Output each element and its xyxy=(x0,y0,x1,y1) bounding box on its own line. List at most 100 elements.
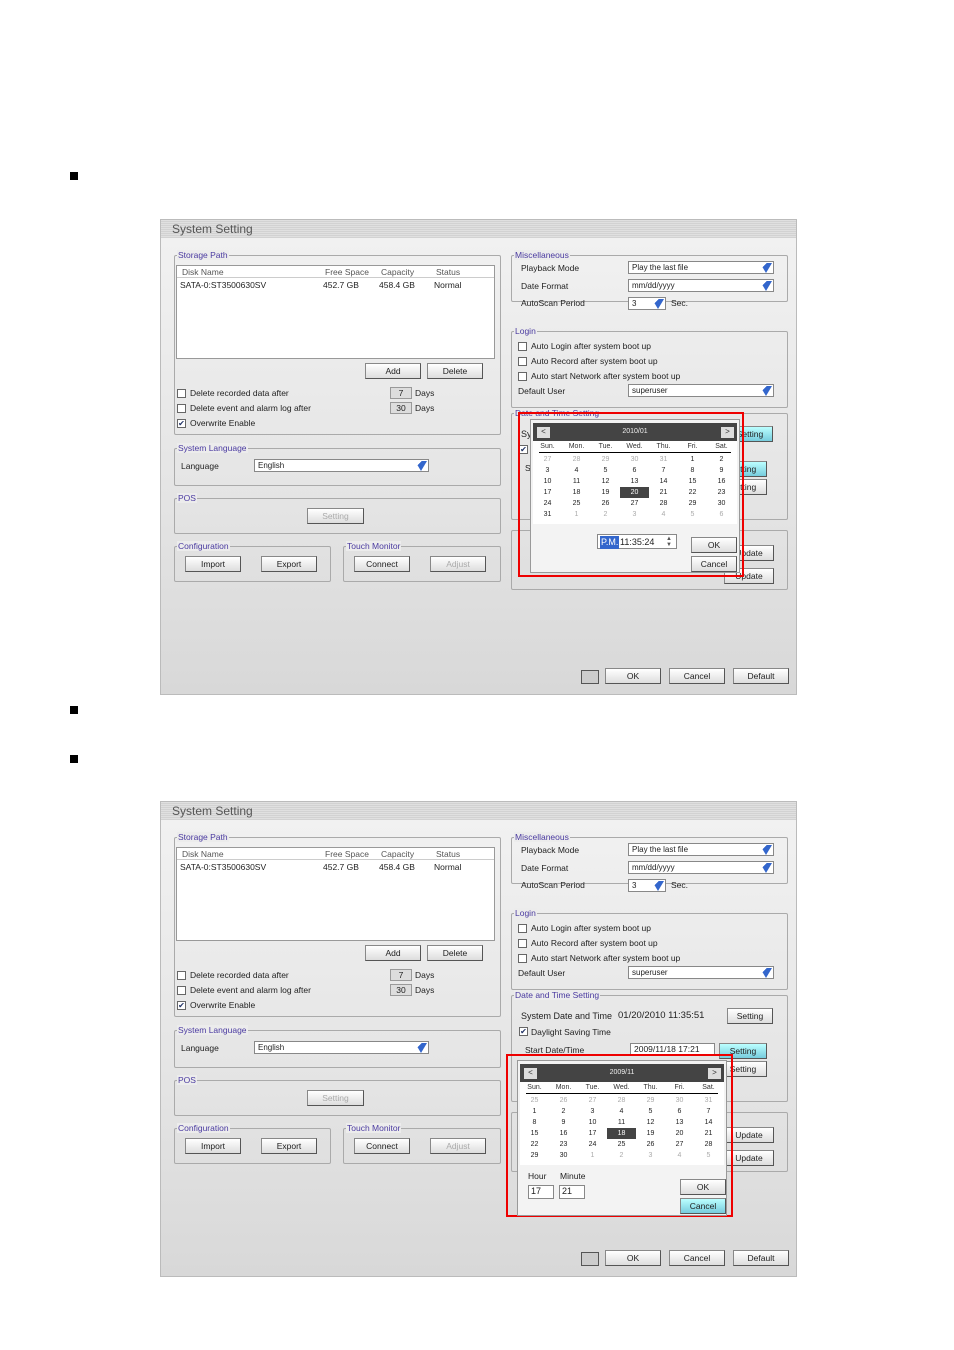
calendar-day[interactable]: 7 xyxy=(649,465,678,476)
prev-month-button[interactable]: < xyxy=(537,427,550,438)
playback-select[interactable]: Play the last file xyxy=(628,261,774,274)
disk-cell[interactable]: 458.4 GB xyxy=(379,280,415,290)
calendar-day[interactable]: 6 xyxy=(707,509,736,520)
calendar-day[interactable]: 12 xyxy=(591,476,620,487)
column-header[interactable]: Status xyxy=(436,849,460,859)
disk-cell[interactable]: SATA-0:ST3500630SV xyxy=(180,862,266,872)
calendar-day[interactable]: 26 xyxy=(636,1139,665,1150)
calendar-day[interactable]: 23 xyxy=(549,1139,578,1150)
next-month-button[interactable]: > xyxy=(708,1068,721,1079)
hour-spinner[interactable]: 17 xyxy=(528,1185,554,1199)
calendar-day[interactable]: 29 xyxy=(678,498,707,509)
calendar-day[interactable]: 10 xyxy=(578,1117,607,1128)
calendar-day[interactable]: 19 xyxy=(591,487,620,498)
calendar-day[interactable]: 13 xyxy=(665,1117,694,1128)
calendar-day[interactable]: 24 xyxy=(533,498,562,509)
option-checkbox[interactable]: ✔ xyxy=(177,419,186,428)
disk-cell[interactable]: Normal xyxy=(434,280,461,290)
calendar-day[interactable]: 16 xyxy=(549,1128,578,1139)
option-checkbox[interactable] xyxy=(177,986,186,995)
disk-list[interactable]: Disk Name Free Space Capacity Status SATA-0:… xyxy=(176,265,495,359)
calendar-day[interactable]: 4 xyxy=(562,465,591,476)
calendar-day[interactable]: 27 xyxy=(578,1095,607,1106)
calendar-day[interactable]: 2 xyxy=(591,509,620,520)
calendar-day[interactable]: 25 xyxy=(520,1095,549,1106)
calendar-day[interactable]: 8 xyxy=(678,465,707,476)
days-input[interactable]: 30 xyxy=(390,402,412,414)
calendar-day[interactable]: 29 xyxy=(636,1095,665,1106)
calendar-day[interactable]: 22 xyxy=(520,1139,549,1150)
calendar-day[interactable]: 28 xyxy=(607,1095,636,1106)
days-input[interactable]: 7 xyxy=(390,387,412,399)
connect-button[interactable]: Connect xyxy=(354,1138,410,1154)
keyboard-icon[interactable] xyxy=(581,1252,599,1266)
calendar-day[interactable]: 3 xyxy=(620,509,649,520)
login-checkbox[interactable] xyxy=(518,342,527,351)
calendar-day[interactable]: 5 xyxy=(636,1106,665,1117)
minute-spinner[interactable]: 21 xyxy=(559,1185,585,1199)
calendar-day[interactable]: 24 xyxy=(578,1139,607,1150)
calendar-day[interactable]: 4 xyxy=(665,1150,694,1161)
calendar-day[interactable]: 11 xyxy=(562,476,591,487)
calendar-day[interactable]: 1 xyxy=(578,1150,607,1161)
cancel-button[interactable]: Cancel xyxy=(669,668,725,684)
disk-cell[interactable]: 452.7 GB xyxy=(323,862,359,872)
calendar-day[interactable]: 10 xyxy=(533,476,562,487)
calendar-day[interactable]: 4 xyxy=(649,509,678,520)
calendar-day[interactable]: 9 xyxy=(707,465,736,476)
language-select[interactable]: English xyxy=(254,459,429,472)
playback-select[interactable]: Play the last file xyxy=(628,843,774,856)
disk-list[interactable]: Disk Name Free Space Capacity Status SATA-0:… xyxy=(176,847,495,941)
calendar-day[interactable]: 17 xyxy=(533,487,562,498)
calendar-day[interactable]: 12 xyxy=(636,1117,665,1128)
calendar-day[interactable]: 21 xyxy=(694,1128,723,1139)
calendar-day[interactable]: 2 xyxy=(607,1150,636,1161)
system-date-setting-button[interactable]: Setting xyxy=(727,1008,773,1024)
next-month-button[interactable]: > xyxy=(721,427,734,438)
ok-button[interactable]: OK xyxy=(605,1250,661,1266)
calendar-day[interactable]: 28 xyxy=(649,498,678,509)
calendar-day[interactable]: 28 xyxy=(562,454,591,465)
connect-button[interactable]: Connect xyxy=(354,556,410,572)
calendar-day[interactable]: 11 xyxy=(607,1117,636,1128)
login-checkbox[interactable] xyxy=(518,357,527,366)
option-checkbox[interactable] xyxy=(177,404,186,413)
calendar-day[interactable]: 5 xyxy=(694,1150,723,1161)
calendar-day[interactable]: 18 xyxy=(562,487,591,498)
pos-setting-button[interactable]: Setting xyxy=(307,508,364,524)
calendar-day[interactable]: 20 xyxy=(620,487,649,498)
default-button[interactable]: Default xyxy=(733,1250,789,1266)
delete-button[interactable]: Delete xyxy=(427,363,483,379)
column-header[interactable]: Capacity xyxy=(381,849,414,859)
calendar-day[interactable]: 1 xyxy=(520,1106,549,1117)
popup-ok-button[interactable]: OK xyxy=(691,537,737,553)
calendar-day[interactable]: 6 xyxy=(665,1106,694,1117)
calendar-day[interactable]: 3 xyxy=(636,1150,665,1161)
calendar-day[interactable]: 18 xyxy=(607,1128,636,1139)
calendar-day[interactable]: 23 xyxy=(707,487,736,498)
column-header[interactable]: Capacity xyxy=(381,267,414,277)
calendar-day[interactable]: 26 xyxy=(591,498,620,509)
popup-ok-button[interactable]: OK xyxy=(680,1179,726,1195)
column-header[interactable]: Disk Name xyxy=(182,267,224,277)
disk-cell[interactable]: 458.4 GB xyxy=(379,862,415,872)
calendar-day[interactable]: 20 xyxy=(665,1128,694,1139)
time-spinner[interactable]: ▲ ▼ xyxy=(666,536,676,548)
calendar-day[interactable]: 27 xyxy=(665,1139,694,1150)
calendar-day[interactable]: 28 xyxy=(694,1139,723,1150)
calendar-day[interactable]: 27 xyxy=(533,454,562,465)
default-user-select[interactable]: superuser xyxy=(628,384,774,397)
calendar-day[interactable]: 31 xyxy=(649,454,678,465)
add-button[interactable]: Add xyxy=(365,945,421,961)
default-user-select[interactable]: superuser xyxy=(628,966,774,979)
option-checkbox[interactable] xyxy=(177,389,186,398)
login-checkbox[interactable] xyxy=(518,954,527,963)
calendar-day[interactable]: 8 xyxy=(520,1117,549,1128)
login-checkbox[interactable] xyxy=(518,939,527,948)
cancel-button[interactable]: Cancel xyxy=(669,1250,725,1266)
calendar-day[interactable]: 15 xyxy=(678,476,707,487)
column-header[interactable]: Disk Name xyxy=(182,849,224,859)
calendar-day[interactable]: 7 xyxy=(694,1106,723,1117)
calendar-day[interactable]: 26 xyxy=(549,1095,578,1106)
calendar-day[interactable]: 13 xyxy=(620,476,649,487)
